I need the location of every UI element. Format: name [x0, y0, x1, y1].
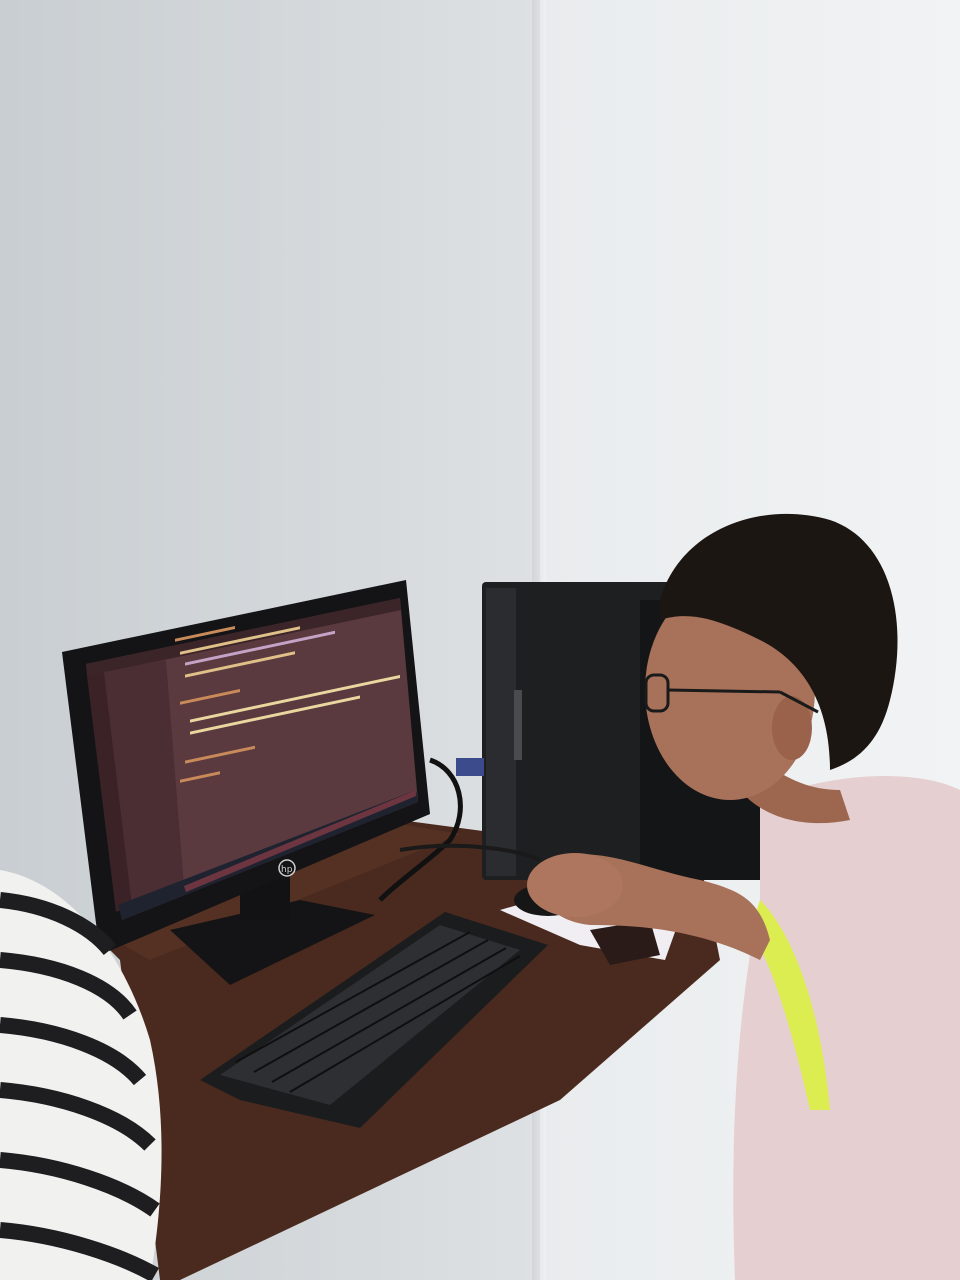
person-shirt — [733, 776, 960, 1280]
pc-tower-label — [514, 690, 522, 760]
photo-scene: hp — [0, 0, 960, 1280]
scene-drawing: hp — [0, 513, 960, 1280]
person-hand — [527, 853, 623, 917]
svg-text:hp: hp — [281, 865, 293, 875]
vga-connector — [456, 758, 484, 776]
pc-tower-front — [486, 588, 516, 876]
